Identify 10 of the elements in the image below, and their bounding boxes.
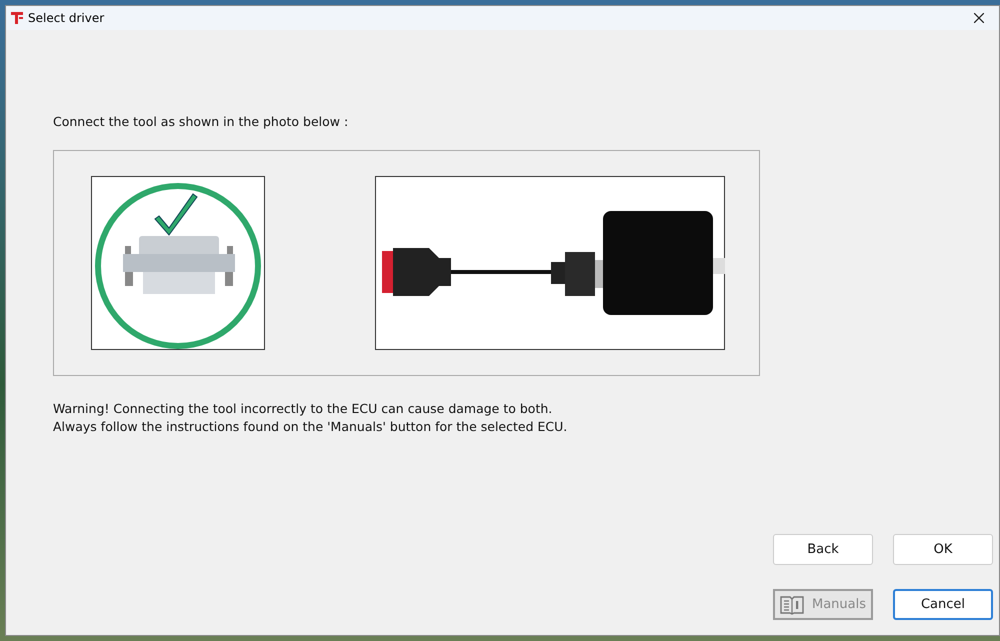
dialog-button[interactable]: Back	[773, 534, 873, 565]
window-title: Select driver	[28, 11, 104, 25]
logo-icon	[10, 11, 24, 25]
book-icon	[780, 594, 804, 614]
instruction-text: Connect the tool as shown in the photo below :	[53, 114, 348, 129]
dialog-button[interactable]: OK	[893, 534, 993, 565]
close-icon	[974, 13, 984, 23]
instruction-note: Always follow the instructions found on the 'Manuals' button for the selected ECU.	[53, 418, 568, 436]
warning-text: Warning! Connecting the tool incorrectly to the ECU can cause damage to both.	[53, 400, 552, 418]
dialog-button[interactable]: Cancel	[893, 589, 993, 620]
